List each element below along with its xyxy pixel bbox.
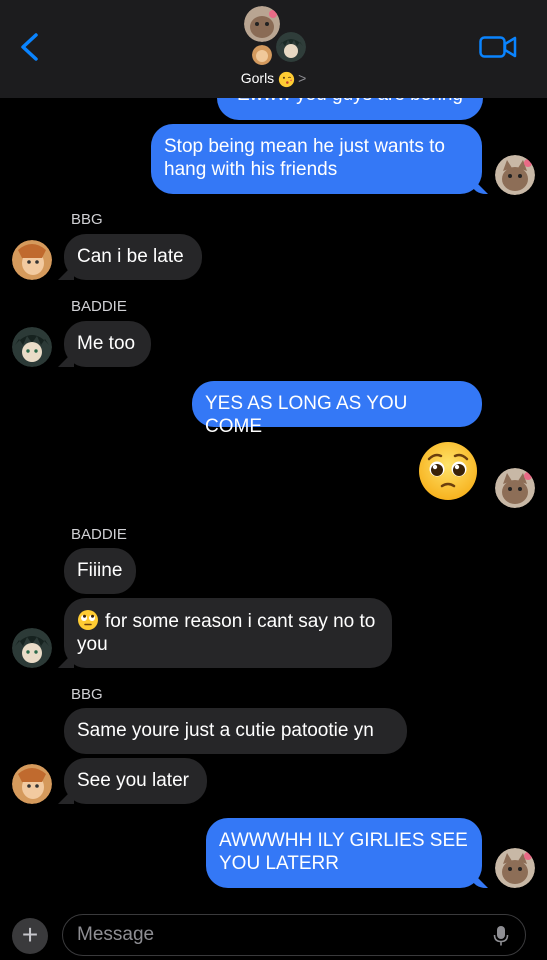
message-bubble-outgoing[interactable]: Stop being mean he just wants to hang wi… (151, 124, 482, 194)
group-avatar-top[interactable] (244, 6, 280, 42)
sender-name: BBG (71, 211, 103, 228)
sender-avatar-baddie[interactable] (12, 327, 52, 367)
sender-avatar-cat[interactable] (495, 155, 535, 195)
sender-avatar-cat[interactable] (495, 468, 535, 508)
message-bubble-incoming[interactable]: Me too (64, 321, 151, 367)
sender-name: BADDIE (71, 526, 127, 543)
group-name[interactable]: Gorls > (0, 70, 547, 88)
sender-avatar-baddie[interactable] (12, 628, 52, 668)
message-text: AWWWHH ILY GIRLIES SEE YOU LATERR (219, 830, 468, 874)
message-text: for some reason i cant say no to you (77, 611, 376, 655)
message-text: Same youre just a cutie patootie yn (77, 720, 374, 741)
sender-name: BBG (71, 686, 103, 703)
pleading-face-emoji[interactable] (417, 440, 479, 502)
eye-roll-emoji (78, 610, 98, 630)
message-bubble-incoming[interactable]: Can i be late (64, 234, 202, 280)
message-bubble-incoming[interactable]: See you later (64, 758, 207, 804)
group-name-label: Gorls (240, 70, 275, 86)
message-input-placeholder: Message (77, 924, 155, 945)
chevron-right-icon: > (298, 70, 307, 86)
message-text: Stop being mean he just wants to hang wi… (164, 136, 445, 180)
sender-avatar-bbg[interactable] (12, 764, 52, 804)
message-bubble-incoming[interactable]: for some reason i cant say no to you (64, 598, 392, 668)
message-bubble-incoming[interactable]: Same youre just a cutie patootie yn (64, 708, 407, 754)
sender-name: BADDIE (71, 298, 127, 315)
sender-avatar-bbg[interactable] (12, 240, 52, 280)
sender-avatar-cat[interactable] (495, 848, 535, 888)
message-text: Can i be late (77, 246, 184, 267)
message-text: YES AS LONG AS YOU COME (205, 393, 408, 437)
plus-icon[interactable]: + (12, 918, 48, 954)
message-text: Fiiine (77, 560, 123, 581)
message-text: See you later (77, 770, 189, 791)
message-compose-bar: + Message (0, 906, 547, 960)
conversation-header: Gorls > (0, 0, 547, 98)
group-avatar-right[interactable] (276, 32, 306, 62)
kissing-face-emoji (278, 71, 295, 87)
group-avatar-left[interactable] (252, 45, 272, 65)
microphone-icon[interactable] (493, 925, 509, 947)
message-text: Me too (77, 333, 136, 354)
message-bubble-outgoing[interactable]: YES AS LONG AS YOU COME (192, 381, 482, 437)
message-bubble-outgoing[interactable]: AWWWHH ILY GIRLIES SEE YOU LATERR (206, 818, 482, 888)
video-camera-icon[interactable] (479, 36, 517, 58)
message-bubble-incoming[interactable]: Fiiine (64, 548, 136, 594)
message-input[interactable]: Message (62, 914, 526, 956)
back-chevron-icon[interactable] (16, 32, 44, 62)
